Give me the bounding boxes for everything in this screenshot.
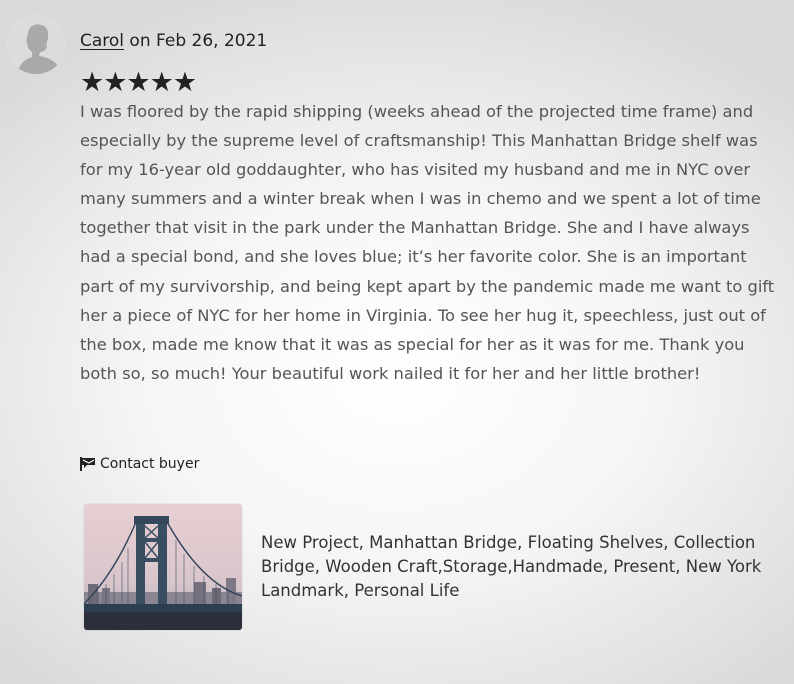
contact-buyer-label: Contact buyer <box>100 456 200 472</box>
listing-title-link[interactable]: New Project, Manhattan Bridge, Floating … <box>261 531 771 603</box>
message-flag-icon <box>80 457 95 471</box>
listing-thumbnail[interactable] <box>84 504 242 630</box>
star-rating: ★★★★★ <box>80 67 197 98</box>
reviewer-avatar[interactable] <box>6 14 66 74</box>
manhattan-bridge-photo <box>84 504 242 630</box>
reviewer-name-link[interactable]: Carol <box>80 31 124 51</box>
review-text: I was floored by the rapid shipping (wee… <box>80 102 775 383</box>
review-date: on Feb 26, 2021 <box>124 31 268 51</box>
default-user-icon <box>6 14 66 74</box>
contact-buyer-button[interactable]: Contact buyer <box>80 456 199 472</box>
review-header: Carol on Feb 26, 2021 <box>80 31 267 51</box>
purchased-item: New Project, Manhattan Bridge, Floating … <box>84 504 771 630</box>
